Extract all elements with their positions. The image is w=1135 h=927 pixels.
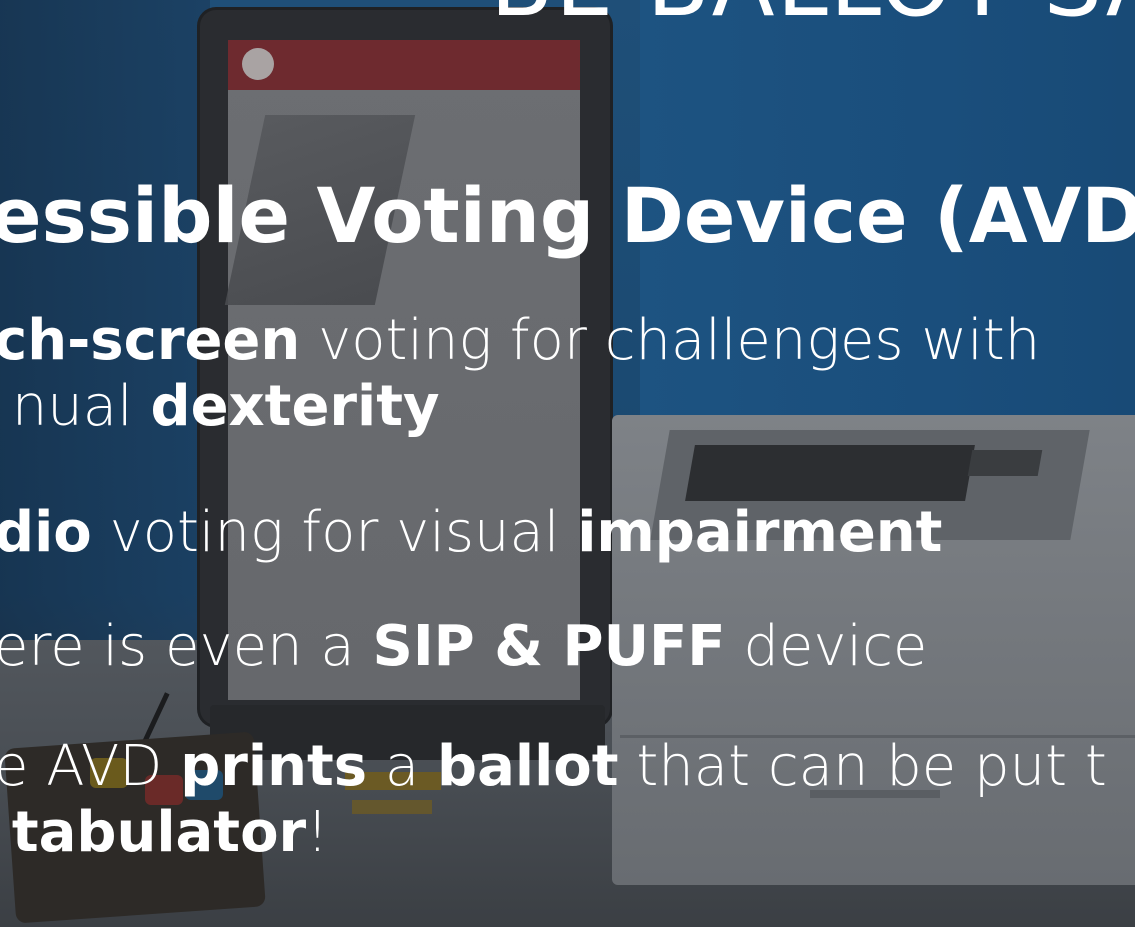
slide: BE BALLOT SA essible Voting Device (AVD)… [0,0,1135,927]
bullet-4-text-4: ! [306,800,329,865]
bullet-1-bold-1: ch-screen [0,308,301,373]
bullet-audio: dio voting for visual impairment [0,500,942,566]
bullet-4-bold-2: ballot [437,734,619,799]
bullet-3-text-1: ere is even a [0,614,373,679]
bullet-prints-ballot: e AVD prints a ballot that can be put t … [0,734,1107,866]
bullet-4-bold-3: tabulator [11,800,307,865]
bullet-4-text-2: a [367,734,438,799]
slide-title: BE BALLOT SA [490,0,1135,30]
bullet-4-text-3: that can be put t [618,734,1107,799]
printer-slot-image [685,445,975,501]
bullet-touch-screen: ch-screen voting for challenges with nua… [0,308,1040,440]
tablet-header-bar-image [228,40,580,90]
slide-heading: essible Voting Device (AVD) [0,171,1135,260]
bullet-1-text-2: nual [11,374,151,439]
bullet-2-text-1: voting for visual [91,500,578,565]
bullet-2-bold-1: dio [0,500,92,565]
bullet-4-bold-1: prints [180,734,368,799]
bullet-2-bold-2: impairment [577,500,943,565]
bullet-4-text-1: e AVD [0,734,181,799]
printer-panel-image [967,450,1043,476]
bullet-3-text-2: device [725,614,928,679]
bullet-1-text-1: voting for challenges with [300,308,1041,373]
tablet-logo-icon [242,48,274,80]
bullet-sip-puff: ere is even a SIP & PUFF device [0,614,927,680]
bullet-1-bold-2: dexterity [150,374,440,439]
bullet-3-bold-1: SIP & PUFF [372,614,726,679]
